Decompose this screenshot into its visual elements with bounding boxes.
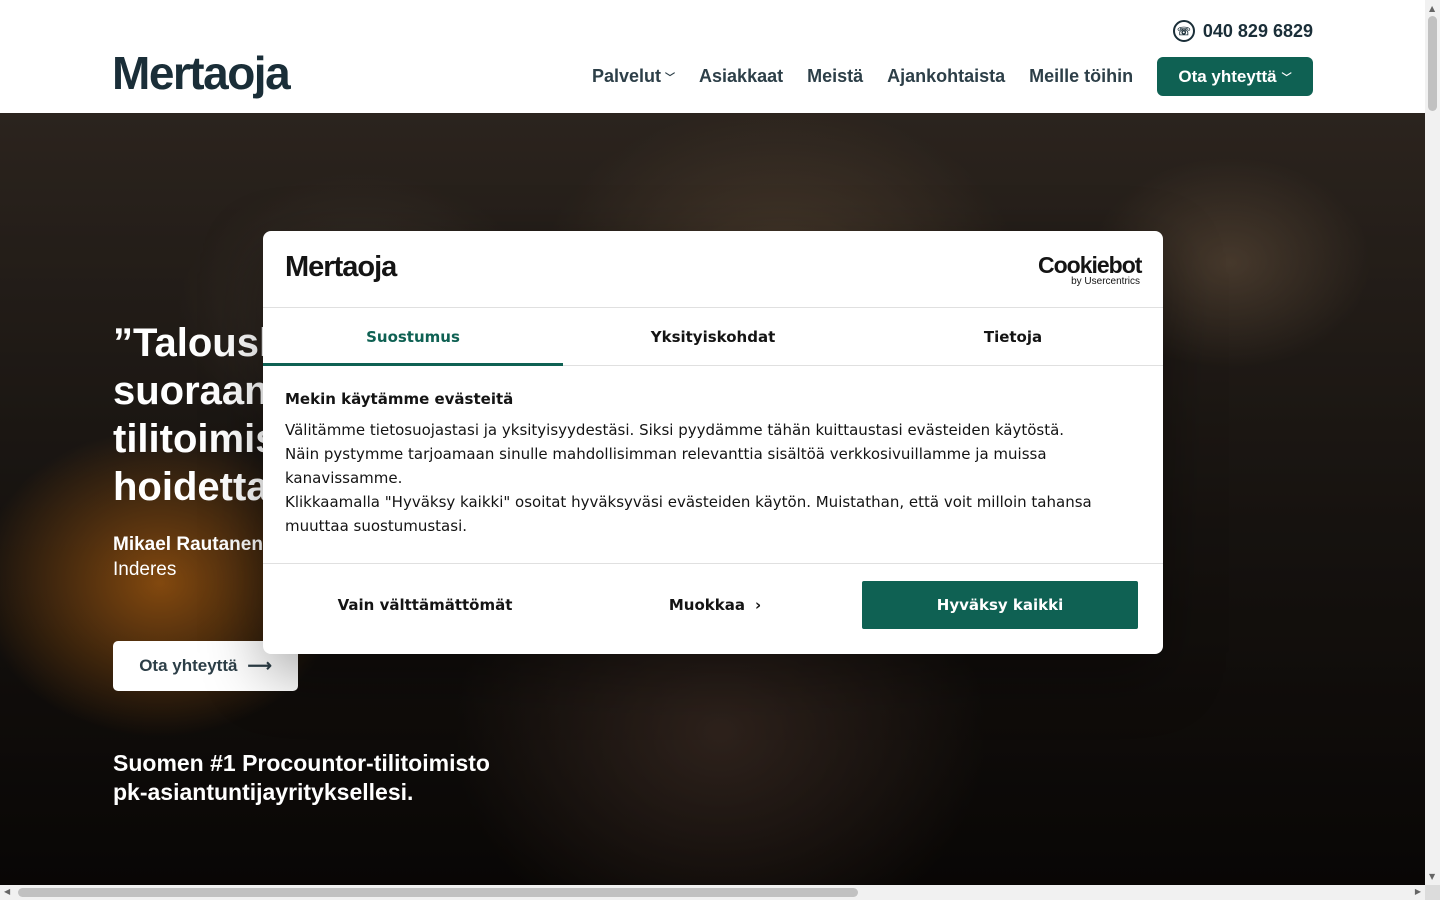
nav-item-label: Palvelut: [592, 66, 662, 86]
scroll-down-icon[interactable]: ▼: [1429, 872, 1435, 881]
phone-icon: ☏: [1172, 20, 1195, 42]
tab-suostumus[interactable]: Suostumus: [263, 308, 563, 366]
quote-company: Inderes: [113, 559, 177, 580]
scroll-up-icon[interactable]: ▲: [1429, 4, 1435, 13]
dialog-tabs: Suostumus Yksityiskohdat Tietoja: [263, 307, 1163, 366]
nav-item-meista[interactable]: Meistä: [807, 66, 863, 87]
horizontal-scrollbar[interactable]: ◀ ▶: [0, 885, 1425, 900]
customize-button[interactable]: Muokkaa ›: [575, 581, 855, 629]
tab-yksityiskohdat[interactable]: Yksityiskohdat: [563, 308, 863, 365]
hero-contact-label: Ota yhteyttä: [139, 656, 238, 675]
nav-item-palvelut[interactable]: Palvelut ﹀: [592, 66, 675, 87]
site-logo[interactable]: Mertaoja: [112, 46, 291, 100]
nav-item-label: Meistä: [807, 66, 864, 86]
nav-item-label: Asiakkaat: [699, 66, 784, 86]
chevron-down-icon: ﹀: [1281, 73, 1292, 84]
contact-button-label: Ota yhteyttä: [1178, 66, 1277, 86]
nav-item-meille-toihin[interactable]: Meille töihin: [1029, 66, 1133, 87]
nav-item-label: Meille töihin: [1029, 66, 1134, 86]
arrow-right-icon: ⟶: [247, 656, 272, 675]
necessary-only-button[interactable]: Vain välttämättömät: [285, 581, 565, 629]
main-nav: Palvelut ﹀ Asiakkaat Meistä Ajankohtaist…: [592, 57, 1157, 96]
hero-subheading-line: Suomen #1 Procountor-tilitoimisto: [113, 750, 490, 776]
vertical-scrollbar[interactable]: ▲ ▼: [1425, 0, 1440, 885]
hero-subheading: Suomen #1 Procountor-tilitoimisto pk-asi…: [113, 749, 490, 807]
nav-item-label: Ajankohtaista: [887, 66, 1006, 86]
cookiebot-byline: by Usercentrics: [1071, 276, 1140, 287]
horizontal-scroll-thumb[interactable]: [18, 888, 858, 897]
scrollbar-corner: [1425, 885, 1440, 900]
dialog-logo: Mertaoja: [285, 251, 397, 283]
cookiebot-name: Cookiebot: [1038, 252, 1142, 278]
chevron-down-icon: ﹀: [665, 73, 676, 84]
hero-subheading-line: pk-asiantuntijayrityksellesi.: [113, 779, 414, 805]
dialog-text: Välitämme tietosuojastasi ja yksityisyyd…: [285, 421, 1092, 535]
quote-author: Mikael Rautanen: [113, 534, 263, 555]
accept-all-button[interactable]: Hyväksy kaikki: [862, 581, 1138, 629]
vertical-scroll-thumb[interactable]: [1428, 16, 1437, 111]
scroll-right-icon[interactable]: ▶: [1415, 887, 1421, 896]
site-header: Mertaoja ☏ 040 829 6829 Palvelut ﹀ Asiak…: [0, 0, 1425, 113]
dialog-heading: Mekin käytämme evästeitä: [285, 390, 514, 408]
contact-button[interactable]: Ota yhteyttä ﹀: [1157, 57, 1313, 96]
dialog-body: Mekin käytämme evästeitä Välitämme tieto…: [285, 390, 1145, 538]
cookiebot-logo[interactable]: Cookiebot by Usercentrics: [1038, 252, 1142, 287]
tab-tietoja[interactable]: Tietoja: [863, 308, 1163, 365]
scroll-left-icon[interactable]: ◀: [4, 887, 10, 896]
customize-button-label: Muokkaa: [668, 596, 745, 614]
nav-item-ajankohtaista[interactable]: Ajankohtaista: [887, 66, 1005, 87]
cookie-consent-dialog: Mertaoja Cookiebot by Usercentrics Suost…: [263, 231, 1163, 654]
phone-number: 040 829 6829: [1202, 20, 1313, 41]
nav-item-asiakkaat[interactable]: Asiakkaat: [699, 66, 783, 87]
dialog-footer: Vain välttämättömät Muokkaa › Hyväksy ka…: [263, 563, 1163, 654]
hero-quote: ”Taloush suoraan tilitoimis hoidetta: [113, 321, 284, 509]
phone-link[interactable]: ☏ 040 829 6829: [1172, 20, 1313, 42]
chevron-right-icon: ›: [754, 596, 762, 614]
